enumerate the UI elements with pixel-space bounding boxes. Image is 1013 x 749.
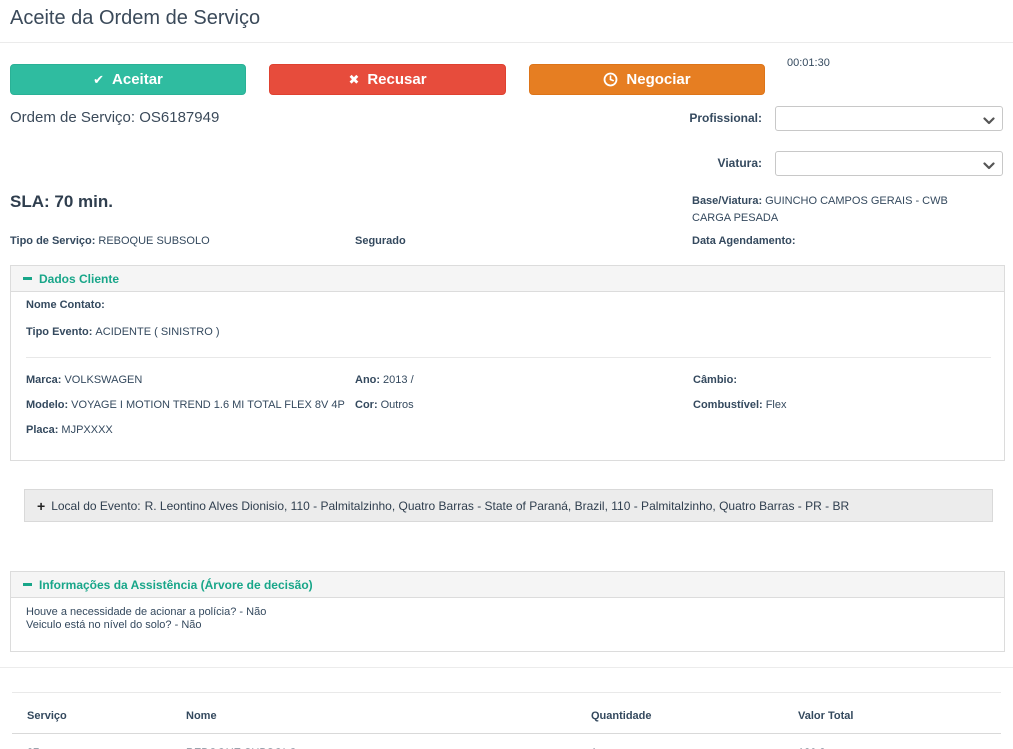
tipo-evento-label: Tipo Evento: <box>26 326 92 338</box>
page-title: Aceite da Ordem de Serviço <box>10 7 260 30</box>
decision-tree-answers: Houve a necessidade de acionar a polícia… <box>26 606 266 632</box>
negotiate-button-label: Negociar <box>626 71 690 88</box>
modelo-field: Modelo:VOYAGE I MOTION TREND 1.6 MI TOTA… <box>26 399 345 411</box>
clock-icon <box>603 72 618 87</box>
negotiate-button[interactable]: Negociar <box>529 64 765 95</box>
tipo-servico-field: Tipo de Serviço:REBOQUE SUBSOLO <box>10 235 210 247</box>
marca-label: Marca: <box>26 374 61 386</box>
base-viatura-field: Base/Viatura:GUINCHO CAMPOS GERAIS - CWB… <box>692 193 962 227</box>
tipo-evento-value: ACIDENTE ( SINISTRO ) <box>95 326 219 338</box>
cell-quantidade: 1 <box>576 734 783 749</box>
services-table-container: Serviço Nome Quantidade Valor Total 37 R… <box>12 692 1001 749</box>
local-evento-accordion[interactable]: + Local do Evento: R. Leontino Alves Dio… <box>24 489 993 522</box>
informacoes-assistencia-panel-title: Informações da Assistência (Árvore de de… <box>39 578 313 592</box>
modelo-value: VOYAGE I MOTION TREND 1.6 MI TOTAL FLEX … <box>71 399 345 411</box>
placa-value: MJPXXXX <box>61 424 112 436</box>
cambio-label: Câmbio: <box>693 374 737 386</box>
cor-field: Cor:Outros <box>355 399 414 411</box>
cor-value: Outros <box>381 399 414 411</box>
tipo-servico-label: Tipo de Serviço: <box>10 235 95 247</box>
order-number-line: Ordem de Serviço: OS6187949 <box>10 109 219 126</box>
services-table: Serviço Nome Quantidade Valor Total 37 R… <box>12 693 1001 749</box>
accept-button[interactable]: ✔ Aceitar <box>10 64 246 95</box>
ano-label: Ano: <box>355 374 380 386</box>
expand-plus-icon: + <box>37 498 45 514</box>
local-evento-value: R. Leontino Alves Dionisio, 110 - Palmit… <box>145 499 850 513</box>
data-agendamento-field: Data Agendamento: <box>692 235 796 247</box>
placa-label: Placa: <box>26 424 58 436</box>
accept-button-label: Aceitar <box>112 71 163 88</box>
informacoes-assistencia-panel: Informações da Assistência (Árvore de de… <box>10 571 1005 652</box>
refuse-button-label: Recusar <box>367 71 426 88</box>
col-header-servico: Serviço <box>12 693 171 734</box>
viatura-label: Viatura: <box>612 156 762 170</box>
combustivel-field: Combustível:Flex <box>693 399 786 411</box>
aceite-ordem-servico-page: Aceite da Ordem de Serviço ✔ Aceitar ✖ R… <box>0 0 1013 749</box>
cell-nome: REBOQUE SUBSOLO <box>171 734 576 749</box>
services-table-header-row: Serviço Nome Quantidade Valor Total <box>12 693 1001 734</box>
countdown-timer: 00:01:30 <box>787 57 830 69</box>
nome-contato-label: Nome Contato: <box>26 299 105 311</box>
ano-value: 2013 / <box>383 374 414 386</box>
base-viatura-label: Base/Viatura: <box>692 195 762 207</box>
decision-answer-line: Houve a necessidade de acionar a polícia… <box>26 606 266 619</box>
col-header-quantidade: Quantidade <box>576 693 783 734</box>
dados-cliente-panel: Dados Cliente Nome Contato: Tipo Evento:… <box>10 265 1005 461</box>
dados-cliente-panel-header[interactable]: Dados Cliente <box>11 266 1004 292</box>
profissional-select-wrap <box>775 106 1003 131</box>
order-number-label: Ordem de Serviço: <box>10 109 135 126</box>
profissional-select[interactable] <box>775 106 1003 131</box>
sla-heading: SLA: 70 min. <box>10 192 113 212</box>
cell-valor-total: 130.8 <box>783 734 1001 749</box>
col-header-nome: Nome <box>171 693 576 734</box>
check-icon: ✔ <box>93 73 104 86</box>
cor-label: Cor: <box>355 399 378 411</box>
marca-value: VOLKSWAGEN <box>64 374 142 386</box>
tipo-evento-field: Tipo Evento:ACIDENTE ( SINISTRO ) <box>26 326 219 338</box>
ano-field: Ano:2013 / <box>355 374 414 386</box>
combustivel-label: Combustível: <box>693 399 763 411</box>
informacoes-assistencia-panel-header[interactable]: Informações da Assistência (Árvore de de… <box>11 572 1004 598</box>
nome-contato-field: Nome Contato: <box>26 299 108 311</box>
placa-field: Placa:MJPXXXX <box>26 424 113 436</box>
table-row: 37 REBOQUE SUBSOLO 1 130.8 <box>12 734 1001 749</box>
combustivel-value: Flex <box>766 399 787 411</box>
decision-answer-line: Veiculo está no nível do solo? - Não <box>26 619 266 632</box>
refuse-button[interactable]: ✖ Recusar <box>269 64 506 95</box>
inner-divider <box>26 357 991 358</box>
cross-icon: ✖ <box>348 73 359 86</box>
profissional-label: Profissional: <box>612 111 762 125</box>
viatura-select[interactable] <box>775 151 1003 176</box>
segurado-label: Segurado <box>355 235 406 247</box>
order-number-value: OS6187949 <box>139 109 219 126</box>
cambio-field: Câmbio: <box>693 374 740 386</box>
tipo-servico-value: REBOQUE SUBSOLO <box>98 235 209 247</box>
title-divider <box>0 42 1013 43</box>
collapse-minus-icon <box>23 277 32 280</box>
section-divider <box>0 667 1013 668</box>
modelo-label: Modelo: <box>26 399 68 411</box>
cell-servico: 37 <box>12 734 171 749</box>
dados-cliente-panel-title: Dados Cliente <box>39 272 119 286</box>
col-header-valor-total: Valor Total <box>783 693 1001 734</box>
local-evento-label: Local do Evento: <box>51 499 140 513</box>
data-agendamento-label: Data Agendamento: <box>692 235 796 247</box>
collapse-minus-icon <box>23 583 32 586</box>
viatura-select-wrap <box>775 151 1003 176</box>
marca-field: Marca:VOLKSWAGEN <box>26 374 142 386</box>
